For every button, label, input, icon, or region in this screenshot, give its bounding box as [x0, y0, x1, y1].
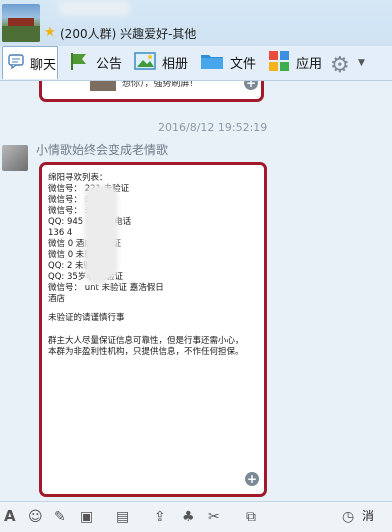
message-timestamp: 2016/8/12 19:52:19 — [158, 121, 268, 134]
gift-icon[interactable]: ▣ — [80, 509, 93, 525]
font-icon[interactable]: A — [4, 507, 16, 525]
tab-chat[interactable]: 聊天 — [2, 46, 58, 79]
photo-icon — [134, 51, 156, 74]
sender-name[interactable]: 小情歌始终会变成老情歌 — [36, 141, 168, 158]
zoom-icon[interactable]: + — [245, 472, 259, 486]
magic-icon[interactable]: ✎ — [54, 509, 66, 525]
message-history-label[interactable]: 消 — [362, 507, 374, 524]
message-line: 未验证的请谨慎行事 — [48, 313, 125, 323]
screenshot-icon[interactable]: ⧉ — [246, 509, 256, 525]
tab-apps-label: 应用 — [296, 57, 323, 72]
bag-icon[interactable]: ♣ — [182, 509, 195, 525]
emoji-icon[interactable]: ☺ — [28, 509, 43, 525]
group-title[interactable]: (200人群) 兴趣爱好-其他 — [60, 25, 196, 42]
message-line: 群主大人尽量保证信息可靠性，但是行事还需小心， — [48, 336, 244, 346]
message-line: 绵阳寻欢列表： — [48, 173, 108, 183]
redaction-smudge — [86, 265, 108, 285]
message-bubble[interactable]: 绵阳寻欢列表：微信号： 221 未验证微信号： 未验证微信号： 未验证QQ: 9… — [39, 162, 267, 497]
previous-message-thumbnail — [90, 81, 116, 91]
gear-icon[interactable]: ⚙ — [330, 53, 350, 78]
group-avatar[interactable] — [2, 4, 40, 42]
scissors-icon[interactable]: ✂ — [208, 509, 220, 525]
previous-message-text: 想你），强势刷屏! — [122, 81, 194, 89]
apps-icon — [268, 50, 290, 76]
tab-notice[interactable]: 公告 — [68, 46, 122, 79]
tab-chat-label: 聊天 — [30, 57, 57, 73]
upload-icon[interactable]: ⇪ — [154, 509, 166, 525]
message-line: 136 4 — [48, 228, 73, 238]
tab-files[interactable]: 文件 — [200, 46, 256, 79]
tab-album[interactable]: 相册 — [134, 46, 188, 79]
image-icon[interactable]: ▤ — [116, 509, 129, 525]
chevron-down-icon[interactable]: ▼ — [358, 58, 365, 68]
group-name-redacted — [58, 0, 130, 16]
sender-avatar[interactable] — [2, 145, 28, 171]
tab-notice-label: 公告 — [96, 57, 123, 72]
message-line: 酒店 — [48, 294, 66, 304]
clock-icon[interactable]: ◷ — [342, 509, 354, 525]
message-line: 本群为非盈利性机构，只提供信息，不作任何担保。 — [48, 347, 244, 357]
input-toolbar: A ☺ ✎ ▣ ▤ ⇪ ♣ ✂ ⧉ ◷ — [0, 501, 392, 532]
tab-files-label: 文件 — [230, 57, 257, 72]
folder-icon — [200, 52, 224, 74]
star-icon: ★ — [44, 25, 56, 40]
tab-apps[interactable]: 应用 — [268, 46, 322, 79]
flag-icon — [68, 51, 90, 75]
zoom-icon[interactable]: + — [244, 81, 258, 90]
message-line: 微信号： unt 未验证 嘉浩假日 — [48, 283, 164, 293]
tab-album-label: 相册 — [162, 57, 189, 72]
previous-message-bubble[interactable]: 想你），强势刷屏! + — [39, 81, 264, 102]
chat-icon — [8, 53, 24, 73]
